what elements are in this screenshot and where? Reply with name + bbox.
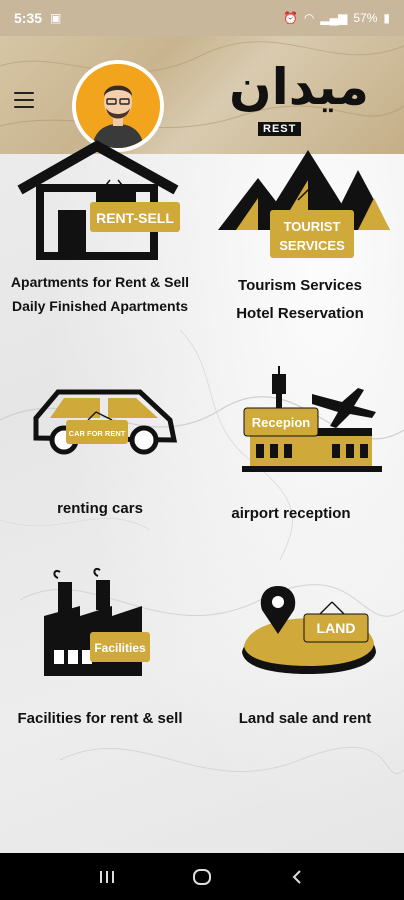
alarm-icon: ⏰ [282, 11, 298, 25]
logo-subtitle: REST [258, 122, 302, 136]
pyramids-icon: TOURIST SERVICES [218, 150, 390, 258]
battery-level: 57% [353, 11, 378, 25]
tile-airport[interactable]: Recepion airport reception [206, 360, 404, 535]
tile-airport-label: airport reception [231, 505, 351, 522]
airport-icon: Recepion [242, 366, 382, 472]
back-button[interactable] [277, 857, 317, 897]
house-icon: RENT-SELL [17, 140, 180, 260]
tile-land[interactable]: LAND Land sale and rent [206, 570, 404, 740]
app-logo: ميدان REST [214, 56, 384, 144]
user-portrait-icon [76, 64, 160, 148]
menu-icon[interactable] [14, 92, 34, 108]
tile-cars[interactable]: CAR FOR RENT renting cars [0, 370, 200, 530]
tile-tourism-tag-2: SERVICES [279, 238, 345, 253]
status-time: 5:35 [14, 10, 43, 26]
tile-tourism-label: Tourism Services Hotel Reservation [206, 272, 394, 328]
tile-apartments-line-2: Daily Finished Apartments [11, 298, 189, 314]
tile-tourism-tag-1: TOURIST [284, 219, 341, 234]
app-header: ميدان REST [0, 36, 404, 154]
tile-facilities[interactable]: Facilities Facilities for rent & sell [0, 560, 200, 740]
home-icon [192, 868, 211, 885]
tile-tourism-line-1: Tourism Services [238, 277, 362, 294]
logo-arabic: ميدان [228, 58, 370, 116]
tile-facilities-label: Facilities for rent & sell [17, 710, 183, 727]
battery-icon: ▮ [383, 11, 390, 25]
land-icon: LAND [242, 586, 376, 674]
signal-icon: ▂▄▆ [320, 11, 348, 25]
notification-icon: ▣ [50, 11, 62, 25]
factory-icon: Facilities [44, 567, 150, 676]
recent-apps-button[interactable] [87, 857, 127, 897]
tile-facilities-tag: Facilities [94, 641, 146, 655]
home-button[interactable] [182, 857, 222, 897]
tile-tourism-line-2: Hotel Reservation [236, 305, 364, 322]
tile-land-tag: LAND [317, 620, 356, 636]
status-right: ⏰ ◠ ▂▄▆ 57% ▮ [283, 11, 390, 25]
back-icon [292, 869, 301, 884]
recent-apps-icon [100, 870, 115, 883]
tile-cars-label: renting cars [57, 500, 143, 517]
tile-apartments-line-1: Apartments for Rent & Sell [10, 274, 190, 290]
wifi-icon: ◠ [303, 11, 315, 25]
tile-cars-tag: CAR FOR RENT [69, 429, 126, 438]
tile-airport-tag: Recepion [252, 415, 311, 430]
system-nav-bar [0, 853, 404, 900]
tile-apartments[interactable]: RENT-SELL Apartments for Rent & Sell Dai… [0, 140, 200, 330]
car-icon: CAR FOR RENT [33, 389, 178, 455]
avatar[interactable] [72, 60, 164, 152]
tile-apartments-label: Apartments for Rent & Sell Daily Finishe… [0, 270, 200, 318]
tile-land-label: Land sale and rent [238, 710, 372, 727]
tile-tourism[interactable]: TOURIST SERVICES Tourism Services Hotel … [206, 140, 404, 330]
tile-apartments-tag: RENT-SELL [96, 210, 174, 226]
status-bar: 5:35 ▣ ⏰ ◠ ▂▄▆ 57% ▮ [0, 0, 404, 36]
